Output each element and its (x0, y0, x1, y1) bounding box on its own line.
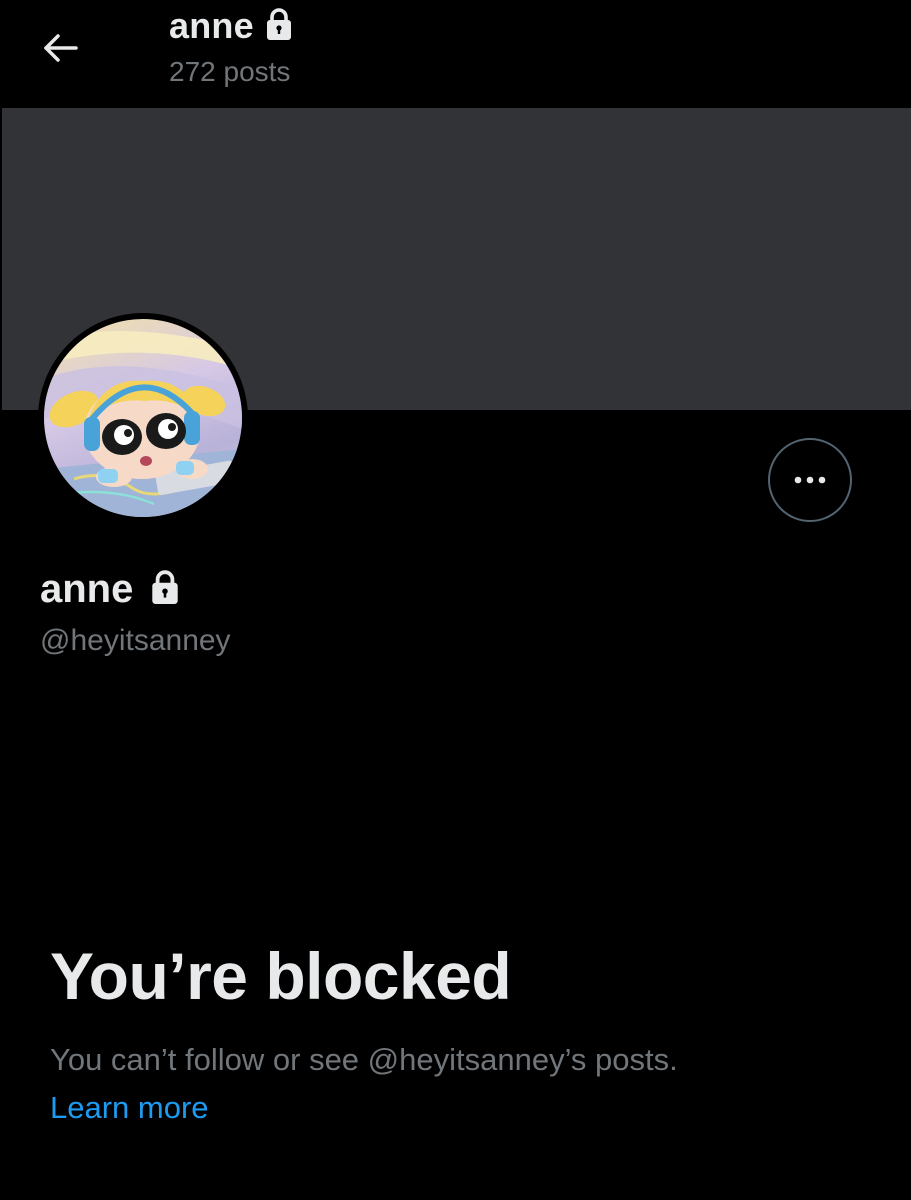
header-display-name: anne (169, 5, 254, 46)
more-horizontal-icon (794, 476, 826, 484)
top-bar: anne 272 posts (0, 0, 911, 107)
blocked-message: You can’t follow or see @heyitsanney’s p… (50, 1042, 678, 1077)
avatar[interactable] (38, 313, 248, 523)
profile-display-name: anne (40, 566, 134, 611)
learn-more-link[interactable]: Learn more (50, 1090, 209, 1126)
lock-icon (264, 7, 294, 46)
header-posts-count: 272 posts (169, 56, 291, 87)
back-button[interactable] (36, 26, 84, 70)
more-options-button[interactable] (768, 438, 852, 522)
profile-handle: @heyitsanney (40, 624, 231, 657)
profile-name-row: anne (40, 566, 181, 612)
lock-icon (149, 569, 181, 610)
header-title-row: anne (169, 4, 294, 48)
avatar-cartoon (44, 319, 242, 517)
blocked-title: You’re blocked (50, 939, 512, 1013)
arrow-left-icon (44, 34, 78, 62)
